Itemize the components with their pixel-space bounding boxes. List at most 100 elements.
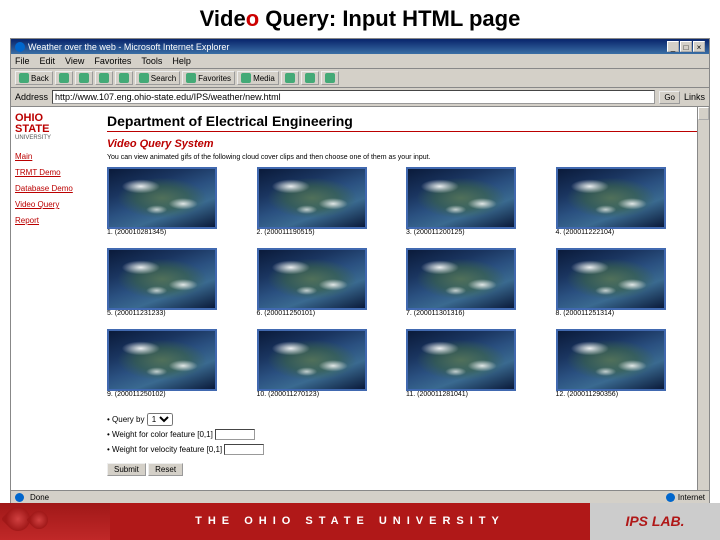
go-button[interactable]: Go: [659, 91, 680, 104]
search-icon: [139, 73, 149, 83]
print-icon: [325, 73, 335, 83]
clip-caption: 6. (200011250101): [257, 310, 399, 317]
clip-thumbnail[interactable]: [556, 329, 666, 391]
print-button[interactable]: [321, 71, 339, 85]
clip-grid: 1. (200010281345)2. (200011190515)3. (20…: [107, 167, 697, 406]
clip-cell: 5. (200011231233): [107, 248, 249, 325]
clip-caption: 8. (200011251314): [556, 310, 698, 317]
logo-sub: UNIVERSITY: [15, 135, 75, 141]
logo-l2: STATE: [15, 124, 75, 135]
history-icon: [285, 73, 295, 83]
clip-caption: 10. (200011270123): [257, 391, 399, 398]
clip-cell: 6. (200011250101): [257, 248, 399, 325]
query-by-select[interactable]: 1: [147, 413, 173, 426]
status-text: Done: [30, 493, 49, 502]
back-label: Back: [31, 74, 49, 83]
clip-cell: 2. (200011190515): [257, 167, 399, 244]
menu-tools[interactable]: Tools: [141, 56, 162, 66]
clip-caption: 2. (200011190515): [257, 229, 399, 236]
instruction-text: You can view animated gifs of the follow…: [107, 154, 697, 161]
t2: o: [246, 6, 259, 31]
clip-thumbnail[interactable]: [107, 248, 217, 310]
home-icon: [119, 73, 129, 83]
weight-color-input[interactable]: [215, 429, 255, 440]
refresh-icon: [99, 73, 109, 83]
clip-thumbnail[interactable]: [406, 248, 516, 310]
clip-cell: 9. (200011250102): [107, 329, 249, 406]
refresh-button[interactable]: [95, 71, 113, 85]
menu-file[interactable]: File: [15, 56, 30, 66]
search-button[interactable]: Search: [135, 71, 180, 85]
footer-lab: IPS LAB.: [590, 503, 720, 540]
clip-thumbnail[interactable]: [257, 329, 367, 391]
star-icon: [186, 73, 196, 83]
ie-status-icon: [15, 493, 24, 502]
forward-button[interactable]: [55, 71, 73, 85]
clip-thumbnail[interactable]: [257, 167, 367, 229]
menu-edit[interactable]: Edit: [40, 56, 56, 66]
clip-cell: 12. (200011290356): [556, 329, 698, 406]
mail-icon: [305, 73, 315, 83]
url-input[interactable]: [52, 90, 655, 104]
weight-velocity-input[interactable]: [224, 444, 264, 455]
footer-uni: THE OHIO STATE UNIVERSITY: [110, 503, 590, 540]
weight-velocity-label: • Weight for velocity feature [0,1]: [107, 445, 222, 454]
mail-button[interactable]: [301, 71, 319, 85]
media-button[interactable]: Media: [237, 71, 279, 85]
toolbar: Back Search Favorites Media: [11, 69, 709, 88]
close-button[interactable]: ×: [693, 41, 705, 52]
globe-icon: [666, 493, 675, 502]
history-button[interactable]: [281, 71, 299, 85]
window-controls: _ □ ×: [667, 41, 705, 52]
minimize-button[interactable]: _: [667, 41, 679, 52]
scrollbar-vertical[interactable]: [697, 107, 709, 505]
search-label: Search: [151, 74, 176, 83]
window-title: Weather over the web - Microsoft Interne…: [28, 42, 229, 52]
clip-cell: 10. (200011270123): [257, 329, 399, 406]
menu-view[interactable]: View: [65, 56, 84, 66]
home-button[interactable]: [115, 71, 133, 85]
nav-video-query[interactable]: Video Query: [15, 197, 97, 213]
dept-heading: Department of Electrical Engineering: [107, 113, 697, 129]
clip-thumbnail[interactable]: [107, 329, 217, 391]
browser-window: Weather over the web - Microsoft Interne…: [10, 38, 710, 505]
query-form: • Query by 1 • Weight for color feature …: [107, 412, 697, 477]
divider: [107, 131, 697, 132]
clip-cell: 11. (200011281041): [406, 329, 548, 406]
media-icon: [241, 73, 251, 83]
clip-thumbnail[interactable]: [257, 248, 367, 310]
nav-report[interactable]: Report: [15, 213, 97, 229]
media-label: Media: [253, 74, 275, 83]
clip-thumbnail[interactable]: [406, 329, 516, 391]
weight-color-label: • Weight for color feature [0,1]: [107, 430, 213, 439]
slide-footer: THE OHIO STATE UNIVERSITY IPS LAB.: [0, 503, 720, 540]
clip-caption: 9. (200011250102): [107, 391, 249, 398]
back-icon: [19, 73, 29, 83]
menu-favorites[interactable]: Favorites: [94, 56, 131, 66]
maximize-button[interactable]: □: [680, 41, 692, 52]
clip-caption: 1. (200010281345): [107, 229, 249, 236]
reset-button[interactable]: Reset: [148, 463, 183, 476]
submit-button[interactable]: Submit: [107, 463, 146, 476]
t3: Query:: [259, 6, 342, 31]
nav-main[interactable]: Main: [15, 149, 97, 165]
nav-database[interactable]: Database Demo: [15, 181, 97, 197]
page-content: OHIO STATE UNIVERSITY Main TRMT Demo Dat…: [11, 107, 709, 505]
clip-thumbnail[interactable]: [107, 167, 217, 229]
clip-caption: 12. (200011290356): [556, 391, 698, 398]
t1: Vide: [200, 6, 246, 31]
clip-thumbnail[interactable]: [406, 167, 516, 229]
clip-thumbnail[interactable]: [556, 167, 666, 229]
title-bar: Weather over the web - Microsoft Interne…: [11, 39, 709, 54]
clip-thumbnail[interactable]: [556, 248, 666, 310]
menu-help[interactable]: Help: [172, 56, 191, 66]
fav-label: Favorites: [198, 74, 231, 83]
links-label[interactable]: Links: [684, 92, 705, 102]
nav-trmt[interactable]: TRMT Demo: [15, 165, 97, 181]
address-label: Address: [15, 92, 48, 102]
address-bar: Address Go Links: [11, 88, 709, 107]
clip-cell: 7. (200011301316): [406, 248, 548, 325]
back-button[interactable]: Back: [15, 71, 53, 85]
favorites-button[interactable]: Favorites: [182, 71, 235, 85]
stop-button[interactable]: [75, 71, 93, 85]
